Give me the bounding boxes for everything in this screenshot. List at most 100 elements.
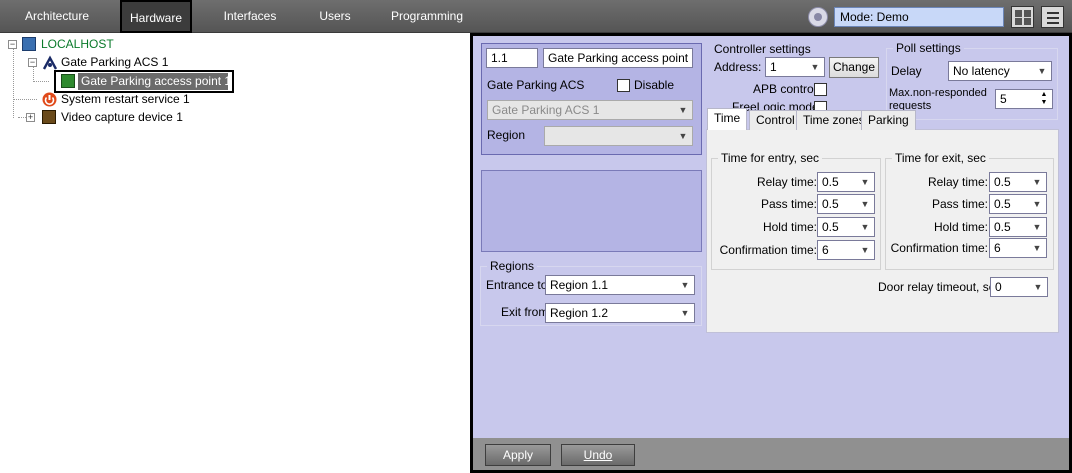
delay-label: Delay — [891, 64, 922, 78]
apb-label: APB control — [753, 82, 817, 96]
exit-relay-value: 0.5 — [994, 175, 1011, 189]
max-nonresponded-value: 5 — [1000, 92, 1007, 106]
address-select[interactable]: 1 ▼ — [765, 57, 825, 77]
exit-select[interactable]: Region 1.2 ▼ — [545, 303, 695, 323]
chip-icon — [42, 110, 56, 124]
spinner-down-icon[interactable]: ▼ — [1037, 99, 1051, 107]
settings-panel: 1.1 Gate Parking access point 1 Gate Par… — [470, 33, 1072, 473]
door-relay-select[interactable]: 0 ▼ — [990, 277, 1048, 297]
entry-legend: Time for entry, sec — [718, 151, 823, 165]
acs-select-value: Gate Parking ACS 1 — [492, 103, 600, 117]
door-relay-label: Door relay timeout, sec — [878, 280, 1002, 294]
entry-confirm-label: Confirmation time: — [719, 243, 817, 257]
region-label: Region — [487, 128, 526, 142]
entry-relay-select[interactable]: 0.5 ▼ — [817, 172, 875, 192]
tree-collapse-icon[interactable]: − — [8, 40, 17, 49]
layout-grid-icon[interactable] — [1011, 6, 1034, 28]
exit-legend: Time for exit, sec — [892, 151, 989, 165]
power-icon — [42, 92, 57, 107]
tab-parking[interactable]: Parking — [861, 110, 916, 130]
chevron-down-icon: ▼ — [860, 177, 870, 187]
exit-pass-label: Pass time: — [931, 197, 988, 211]
hardware-tree: − LOCALHOST − Gate Parking ACS 1 Gate Pa… — [0, 33, 470, 473]
entrance-select[interactable]: Region 1.1 ▼ — [545, 275, 695, 295]
tree-item-video-capture[interactable]: Video capture device 1 — [61, 108, 183, 126]
delay-select[interactable]: No latency ▼ — [948, 61, 1052, 81]
exit-hold-select[interactable]: 0.5 ▼ — [989, 217, 1047, 237]
tree-expand-icon[interactable]: + — [26, 113, 35, 122]
undo-button[interactable]: Undo — [561, 444, 635, 466]
gate-icon — [61, 74, 75, 88]
tree-item-localhost[interactable]: LOCALHOST — [41, 35, 114, 53]
exit-hold-value: 0.5 — [994, 220, 1011, 234]
tree-item-gate-access-point[interactable]: Gate Parking access point 1 — [78, 73, 231, 90]
change-button[interactable]: Change — [829, 57, 879, 78]
max-nonresponded-label: Max.non-responded — [889, 87, 987, 99]
id-field[interactable]: 1.1 — [486, 48, 538, 68]
acs-label: Gate Parking ACS — [487, 78, 585, 92]
exit-relay-select[interactable]: 0.5 ▼ — [989, 172, 1047, 192]
address-label: Address: — [714, 60, 762, 74]
entry-confirm-value: 6 — [822, 243, 829, 257]
exit-confirm-value: 6 — [994, 241, 1001, 255]
tab-control[interactable]: Control — [749, 110, 802, 130]
poll-legend: Poll settings — [893, 41, 964, 55]
chevron-down-icon: ▼ — [1032, 199, 1042, 209]
chevron-down-icon: ▼ — [1037, 66, 1047, 76]
menu-tab-interfaces[interactable]: Interfaces — [214, 0, 286, 32]
chevron-down-icon: ▼ — [1032, 177, 1042, 187]
entry-relay-value: 0.5 — [822, 175, 839, 189]
acs-icon — [42, 55, 58, 70]
entry-hold-label: Hold time: — [762, 220, 817, 234]
exit-confirm-label: Confirmation time: — [890, 241, 988, 255]
entry-pass-value: 0.5 — [822, 197, 839, 211]
chevron-down-icon: ▼ — [860, 245, 870, 255]
regions-group: Regions Entrance to: Region 1.1 ▼ Exit f… — [480, 259, 702, 326]
delay-select-value: No latency — [953, 64, 1010, 78]
door-relay-value: 0 — [995, 280, 1002, 294]
entry-pass-label: Pass time: — [760, 197, 817, 211]
chevron-down-icon: ▼ — [680, 308, 690, 318]
disable-checkbox[interactable] — [617, 79, 630, 92]
exit-pass-select[interactable]: 0.5 ▼ — [989, 194, 1047, 214]
region-select[interactable]: ▼ — [544, 126, 693, 146]
settings-gear-icon[interactable] — [808, 7, 828, 27]
entry-pass-select[interactable]: 0.5 ▼ — [817, 194, 875, 214]
apply-button[interactable]: Apply — [485, 444, 551, 466]
menu-tab-architecture[interactable]: Architecture — [14, 0, 100, 32]
exit-confirm-select[interactable]: 6 ▼ — [989, 238, 1047, 258]
chevron-down-icon: ▼ — [678, 131, 688, 141]
disable-label: Disable — [634, 78, 675, 92]
entry-times-group: Time for entry, sec Relay time: 0.5 ▼ Pas… — [711, 151, 881, 270]
preview-area — [481, 170, 702, 252]
exit-select-value: Region 1.2 — [550, 306, 609, 320]
tree-item-system-restart[interactable]: System restart service 1 — [61, 90, 190, 108]
chevron-down-icon: ▼ — [810, 62, 820, 72]
entry-relay-label: Relay time: — [756, 175, 817, 189]
controller-legend: Controller settings — [714, 42, 811, 56]
tree-collapse-icon[interactable]: − — [28, 58, 37, 67]
exit-hold-label: Hold time: — [933, 220, 988, 234]
entry-hold-select[interactable]: 0.5 ▼ — [817, 217, 875, 237]
tabs-container: Time Control Time zones Parking Time for… — [706, 108, 1059, 333]
chevron-down-icon: ▼ — [1033, 282, 1043, 292]
acs-select: Gate Parking ACS 1 ▼ — [487, 100, 693, 120]
tab-time[interactable]: Time — [707, 108, 748, 130]
menu-tab-users[interactable]: Users — [306, 0, 364, 32]
apb-checkbox[interactable] — [814, 83, 827, 96]
tree-item-gate-parking-acs[interactable]: Gate Parking ACS 1 — [61, 53, 168, 71]
entry-confirm-select[interactable]: 6 ▼ — [817, 240, 875, 260]
chevron-down-icon: ▼ — [1032, 222, 1042, 232]
chevron-down-icon: ▼ — [860, 199, 870, 209]
spinner-up-icon[interactable]: ▲ — [1037, 91, 1051, 99]
exit-times-group: Time for exit, sec Relay time: 0.5 ▼ Pass… — [885, 151, 1054, 270]
mode-field: Mode: Demo — [834, 7, 1004, 27]
hamburger-menu-icon[interactable] — [1041, 6, 1064, 28]
chevron-down-icon: ▼ — [680, 280, 690, 290]
chevron-down-icon: ▼ — [1032, 243, 1042, 253]
menu-tab-hardware[interactable]: Hardware — [120, 0, 192, 33]
name-field[interactable]: Gate Parking access point 1 — [543, 48, 693, 68]
max-nonresponded-spinner[interactable]: 5 ▲ ▼ — [995, 89, 1053, 109]
menu-tab-programming[interactable]: Programming — [384, 0, 470, 32]
chevron-down-icon: ▼ — [860, 222, 870, 232]
